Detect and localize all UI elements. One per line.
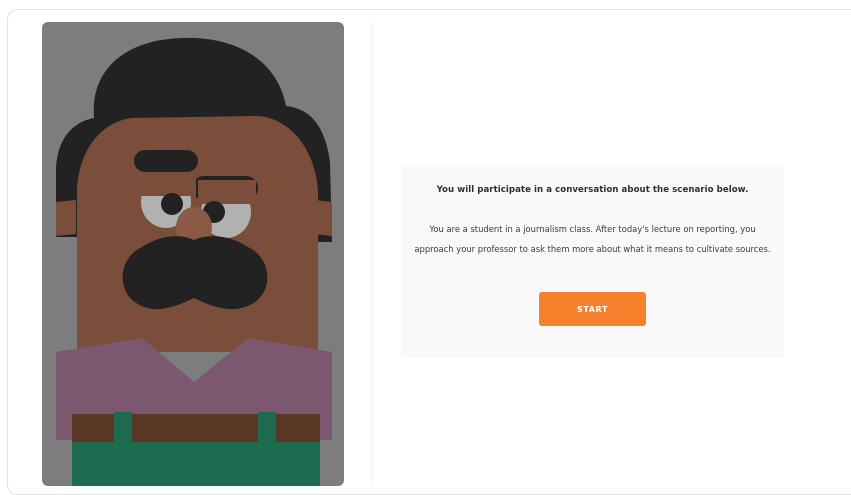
belt-loop-left bbox=[114, 412, 132, 444]
start-button[interactable]: START bbox=[539, 292, 646, 326]
character-portrait bbox=[42, 22, 344, 486]
left-ear bbox=[56, 200, 76, 236]
scenario-heading: You will participate in a conversation a… bbox=[436, 185, 749, 195]
scenario-card: You will participate in a conversation a… bbox=[401, 165, 784, 358]
right-eyelid bbox=[198, 180, 256, 204]
column-divider bbox=[371, 22, 372, 486]
left-pupil bbox=[161, 193, 183, 215]
left-eyebrow bbox=[134, 150, 198, 172]
left-eyelid bbox=[138, 172, 196, 196]
scenario-description: You are a student in a journalism class.… bbox=[414, 224, 771, 254]
professor-illustration bbox=[56, 37, 332, 486]
belt bbox=[72, 414, 320, 444]
belt-loop-right bbox=[258, 412, 276, 444]
pants bbox=[72, 442, 320, 486]
mustache bbox=[122, 236, 268, 310]
